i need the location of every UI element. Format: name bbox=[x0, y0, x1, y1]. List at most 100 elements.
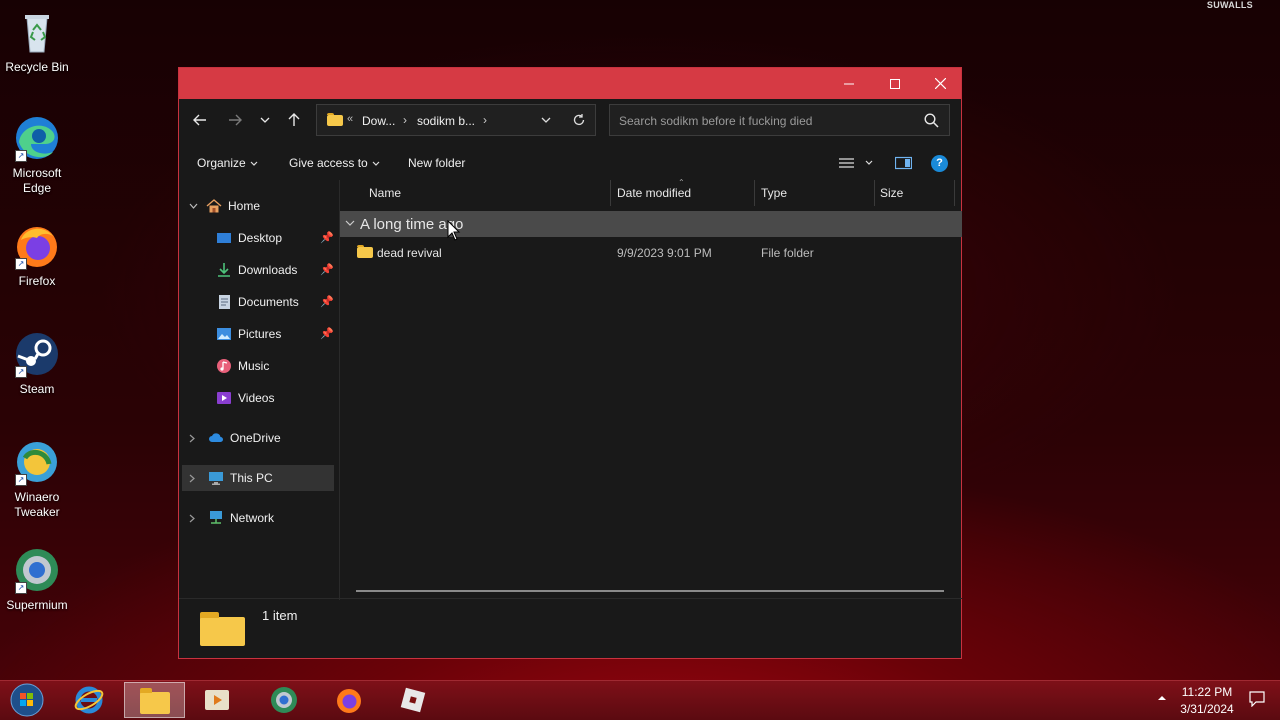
arrow-left-icon bbox=[193, 114, 206, 126]
help-icon[interactable]: ? bbox=[931, 155, 948, 172]
organize-menu[interactable]: Organize bbox=[197, 156, 258, 170]
give-access-menu[interactable]: Give access to bbox=[289, 156, 380, 170]
maximize-button[interactable] bbox=[872, 68, 918, 99]
close-icon bbox=[934, 78, 946, 89]
title-bar[interactable] bbox=[179, 68, 961, 99]
organize-label: Organize bbox=[197, 156, 246, 170]
large-folder-icon bbox=[200, 611, 245, 646]
desktop-icon-microsoft-edge[interactable]: ↗ Microsoft Edge bbox=[0, 114, 74, 196]
breadcrumb-current-folder[interactable]: sodikm b... bbox=[417, 114, 475, 128]
search-box[interactable]: Search sodikm before it fucking died bbox=[609, 104, 950, 136]
pin-icon[interactable]: 📌 bbox=[320, 231, 334, 244]
nav-downloads[interactable]: Downloads bbox=[216, 257, 297, 283]
nav-network-label: Network bbox=[230, 511, 275, 525]
taskbar-file-explorer[interactable] bbox=[124, 682, 185, 718]
forward-button[interactable] bbox=[222, 107, 248, 133]
nav-home-label: Home bbox=[228, 199, 261, 213]
nav-onedrive[interactable]: OneDrive bbox=[189, 425, 281, 451]
taskbar-clock[interactable]: 11:22 PM 3/31/2024 bbox=[1172, 684, 1242, 718]
folder-icon bbox=[327, 113, 343, 126]
nav-desktop[interactable]: Desktop bbox=[216, 225, 282, 251]
taskbar-firefox[interactable] bbox=[320, 682, 378, 718]
nav-music[interactable]: Music bbox=[216, 353, 269, 379]
minimize-button[interactable] bbox=[826, 68, 872, 99]
file-explorer-icon bbox=[139, 688, 170, 714]
search-icon[interactable] bbox=[924, 113, 939, 128]
column-separator[interactable] bbox=[874, 180, 875, 206]
desktop-icon-supermium[interactable]: ↗ Supermium bbox=[0, 546, 74, 613]
pin-icon[interactable]: 📌 bbox=[320, 327, 334, 340]
arrow-up-icon bbox=[288, 113, 300, 126]
column-header-size[interactable]: Size bbox=[880, 186, 903, 200]
breadcrumb-separator-icon[interactable]: › bbox=[403, 113, 407, 127]
desktop-icon-label: Tweaker bbox=[14, 505, 60, 519]
media-player-icon bbox=[205, 690, 229, 710]
nav-home[interactable]: Home bbox=[189, 193, 260, 219]
notifications-icon[interactable] bbox=[1249, 691, 1265, 707]
new-folder-button[interactable]: New folder bbox=[408, 156, 465, 170]
close-button[interactable] bbox=[917, 68, 963, 99]
search-placeholder: Search sodikm before it fucking died bbox=[619, 114, 813, 128]
desktop-icon-label: Microsoft bbox=[12, 166, 62, 180]
nav-this-pc[interactable]: This PC bbox=[189, 465, 273, 491]
refresh-icon[interactable] bbox=[572, 113, 586, 127]
nav-documents-label: Documents bbox=[238, 295, 299, 309]
home-icon bbox=[206, 199, 222, 213]
column-header-type[interactable]: Type bbox=[761, 186, 787, 200]
horizontal-scrollbar[interactable] bbox=[356, 590, 944, 592]
roblox-icon bbox=[400, 687, 426, 713]
taskbar-roblox[interactable] bbox=[384, 682, 442, 718]
desktop-icon-firefox[interactable]: ↗ Firefox bbox=[0, 222, 74, 289]
maximize-icon bbox=[890, 78, 900, 89]
desktop-icon-steam[interactable]: ↗ Steam bbox=[0, 330, 74, 397]
nav-videos[interactable]: Videos bbox=[216, 385, 274, 411]
taskbar-supermium[interactable] bbox=[255, 682, 313, 718]
preview-pane-button[interactable] bbox=[894, 156, 913, 175]
show-hidden-icons-chevron-icon[interactable] bbox=[1157, 695, 1167, 701]
file-date-modified: 9/9/2023 9:01 PM bbox=[617, 246, 712, 260]
watermark: SUWALLS bbox=[1206, 0, 1253, 10]
expand-chevron-icon[interactable] bbox=[189, 434, 195, 443]
expand-chevron-icon[interactable] bbox=[189, 514, 195, 523]
nav-network[interactable]: Network bbox=[189, 505, 274, 531]
nav-documents[interactable]: Documents bbox=[216, 289, 299, 315]
nav-pictures[interactable]: Pictures bbox=[216, 321, 281, 347]
windows-orb-icon bbox=[10, 683, 44, 717]
internet-explorer-icon bbox=[74, 686, 104, 714]
column-separator[interactable] bbox=[610, 180, 611, 206]
column-separator[interactable] bbox=[954, 180, 955, 206]
file-name[interactable]: dead revival bbox=[377, 246, 442, 260]
status-divider bbox=[179, 598, 962, 599]
nav-onedrive-label: OneDrive bbox=[230, 431, 281, 445]
column-separator[interactable] bbox=[754, 180, 755, 206]
expand-chevron-icon[interactable] bbox=[189, 203, 198, 209]
change-view-button[interactable] bbox=[838, 156, 876, 175]
back-button[interactable] bbox=[187, 107, 213, 133]
overflow-crumb[interactable]: « bbox=[347, 113, 353, 125]
breadcrumb-separator-icon[interactable]: › bbox=[483, 113, 487, 127]
taskbar-media-player[interactable] bbox=[188, 682, 246, 718]
taskbar-internet-explorer[interactable] bbox=[60, 682, 118, 718]
pin-icon[interactable]: 📌 bbox=[320, 263, 334, 276]
column-header-name[interactable]: Name bbox=[369, 186, 401, 200]
pictures-icon bbox=[217, 328, 231, 340]
start-button[interactable] bbox=[0, 682, 54, 718]
address-bar[interactable]: « Dow... › sodikm b... › bbox=[316, 104, 596, 136]
desktop-icon-recycle-bin[interactable]: Recycle Bin bbox=[0, 8, 74, 75]
desktop-icon-winaero-tweaker[interactable]: ↗ Winaero Tweaker bbox=[0, 438, 74, 520]
column-header-date-modified[interactable]: Date modified bbox=[617, 186, 691, 200]
breadcrumb-downloads[interactable]: Dow... bbox=[362, 114, 395, 128]
pin-icon[interactable]: 📌 bbox=[320, 295, 334, 308]
nav-pictures-label: Pictures bbox=[238, 327, 282, 341]
up-button[interactable] bbox=[281, 107, 307, 133]
clock-date: 3/31/2024 bbox=[1180, 702, 1234, 716]
recent-locations-button[interactable] bbox=[252, 107, 278, 133]
address-history-chevron-icon[interactable] bbox=[541, 117, 551, 123]
preview-pane-icon bbox=[894, 156, 913, 170]
desktop-icon-label: Steam bbox=[19, 382, 55, 396]
minimize-icon bbox=[844, 83, 854, 84]
edge-icon: ↗ bbox=[13, 114, 61, 162]
expand-chevron-icon[interactable] bbox=[189, 474, 195, 483]
chevron-down-icon bbox=[250, 161, 258, 166]
collapse-group-chevron-icon[interactable] bbox=[345, 220, 355, 226]
